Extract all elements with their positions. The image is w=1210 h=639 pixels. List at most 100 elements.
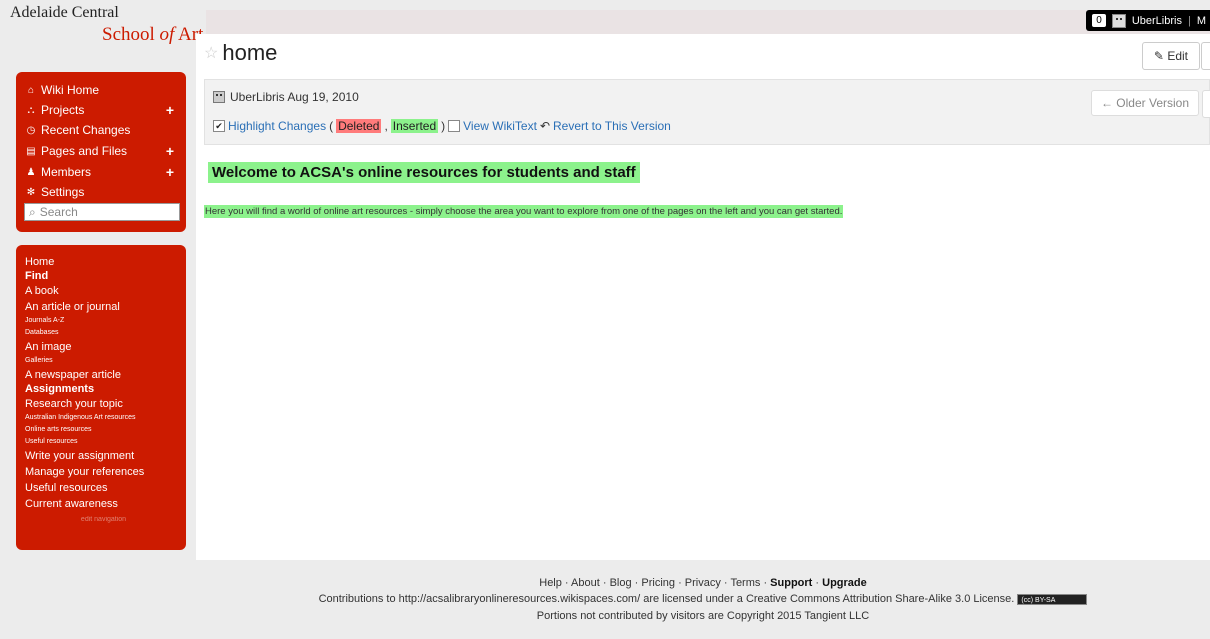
footer-link-support[interactable]: Support (770, 577, 812, 589)
site-logo[interactable]: Adelaide Central School of Art (10, 4, 204, 52)
menu-label: Members (41, 165, 92, 179)
clock-icon: ◷ (26, 124, 36, 136)
more-actions-button[interactable] (1201, 42, 1210, 70)
search-icon: ⌕ (29, 204, 36, 219)
footer-link-upgrade[interactable]: Upgrade (822, 577, 867, 589)
nav-link[interactable]: Useful resources (25, 480, 182, 496)
nav-link[interactable]: Current awareness (25, 496, 182, 512)
highlight-changes-link[interactable]: Highlight Changes (228, 119, 326, 133)
view-wikitext-checkbox[interactable] (448, 120, 461, 132)
version-options: ✔ Highlight Changes (Deleted, Inserted) … (213, 119, 671, 133)
footer-link-help[interactable]: Help (539, 577, 562, 589)
intro-text: Here you will find a world of online art… (204, 205, 844, 218)
nav-link[interactable]: Galleries (25, 355, 182, 367)
notification-count[interactable]: 0 (1092, 14, 1106, 27)
sidebar-item-settings[interactable]: ✻ Settings (26, 185, 85, 199)
view-wikitext-link[interactable]: View WikiText (463, 119, 537, 133)
license-line: Contributions to http://acsalibraryonlin… (196, 591, 1210, 608)
footer-link-about[interactable]: About (571, 577, 600, 589)
paren-open: ( (329, 119, 334, 133)
file-icon: ▤ (26, 145, 36, 157)
gear-icon: ✻ (26, 186, 36, 198)
user-icon: ♟ (26, 166, 36, 178)
arrow-left-icon: ← (1100, 96, 1113, 110)
comma: , (384, 119, 388, 133)
deleted-legend: Deleted (336, 119, 382, 133)
page-content: Welcome to ACSA's online resources for s… (204, 162, 1200, 219)
nav-link[interactable]: Research your topic (25, 396, 182, 412)
sidebar-menu: ⌂ Wiki Home ⛬ Projects + ◷ Recent Changes ▤… (16, 72, 186, 232)
nav-link[interactable]: A newspaper article (25, 367, 182, 383)
user-menu-link[interactable]: M (1197, 15, 1206, 27)
license-text: Contributions to http://acsalibraryonlin… (318, 593, 1015, 605)
sidebar-item-wiki-home[interactable]: ⌂ Wiki Home (26, 83, 99, 97)
add-page-icon[interactable]: + (166, 143, 174, 159)
nav-link[interactable]: Manage your references (25, 464, 182, 480)
pencil-icon: ✎ (1153, 49, 1164, 63)
home-icon: ⌂ (27, 84, 35, 96)
sidebar-item-members[interactable]: ♟ Members (26, 165, 92, 179)
nav-link[interactable]: Useful resources (25, 436, 182, 448)
sidebar-item-recent-changes[interactable]: ◷ Recent Changes (26, 123, 131, 137)
inserted-legend: Inserted (390, 119, 439, 133)
title-row: ☆ home (204, 40, 277, 66)
welcome-heading: Welcome to ACSA's online resources for s… (208, 162, 640, 183)
menu-label: Pages and Files (41, 144, 128, 158)
edit-button[interactable]: ✎ Edit (1141, 42, 1200, 70)
footer: Help · About · Blog · Pricing · Privacy … (196, 576, 1210, 625)
footer-link-blog[interactable]: Blog (610, 577, 632, 589)
version-author: UberLibris Aug 19, 2010 (213, 90, 359, 104)
author-avatar-icon (213, 91, 225, 103)
separator: | (1187, 14, 1191, 27)
paren-close: ) (441, 119, 446, 133)
nav-link[interactable]: Write your assignment (25, 448, 182, 464)
nav-section-heading[interactable]: Assignments (25, 383, 182, 396)
revert-icon: ↶ (539, 119, 550, 133)
sidebar-item-projects[interactable]: ⛬ Projects (26, 103, 85, 117)
revert-link[interactable]: Revert to This Version (553, 119, 671, 133)
footer-links: Help · About · Blog · Pricing · Privacy … (539, 577, 867, 589)
username-link[interactable]: UberLibris (1132, 15, 1182, 27)
user-avatar-icon[interactable] (1111, 13, 1126, 28)
user-bar[interactable]: 0 UberLibris | M (1086, 10, 1210, 31)
menu-label: Wiki Home (41, 83, 100, 97)
add-member-icon[interactable]: + (166, 164, 174, 180)
author-date: UberLibris Aug 19, 2010 (230, 90, 359, 104)
older-version-label: Older Version (1116, 96, 1189, 110)
menu-label: Settings (41, 185, 85, 199)
logo-line-2: School of Art (102, 24, 204, 45)
nav-list: Home Find A book An article or journal Journ… (25, 254, 182, 523)
edit-label: Edit (1167, 49, 1188, 63)
sidebar-navigation: Home Find A book An article or journal Journ… (16, 245, 186, 550)
add-project-icon[interactable]: + (166, 102, 174, 118)
version-panel: UberLibris Aug 19, 2010 ✔ Highlight Chan… (204, 79, 1210, 145)
footer-link-privacy[interactable]: Privacy (685, 577, 721, 589)
logo-line-1: Adelaide Central (10, 4, 119, 21)
nav-section-heading[interactable]: Find (25, 270, 182, 283)
menu-label: Recent Changes (41, 123, 131, 137)
footer-link-pricing[interactable]: Pricing (641, 577, 675, 589)
page-title: home (222, 40, 278, 65)
nav-link[interactable]: Home (25, 254, 182, 270)
footer-link-terms[interactable]: Terms (730, 577, 760, 589)
highlight-checkbox[interactable]: ✔ (213, 120, 225, 132)
search-input[interactable]: ⌕ Search (24, 203, 180, 221)
copyright-text: Portions not contributed by visitors are… (536, 610, 870, 622)
sitemap-icon: ⛬ (27, 104, 35, 116)
older-version-button[interactable]: ← Older Version (1090, 90, 1199, 116)
newer-version-button[interactable] (1202, 90, 1210, 118)
nav-link[interactable]: Databases (25, 327, 182, 339)
nav-link[interactable]: A book (25, 283, 182, 299)
search-placeholder: Search (39, 205, 78, 219)
sidebar-item-pages-files[interactable]: ▤ Pages and Files (26, 144, 127, 158)
cc-license-badge[interactable]: (cc) BY-SA (1017, 593, 1088, 605)
nav-link[interactable]: Online arts resources (25, 424, 182, 436)
menu-label: Projects (41, 103, 85, 117)
nav-link[interactable]: Australian Indigenous Art resources (25, 412, 182, 424)
main-panel: ☆ home ✎ Edit UberLibris Aug 19, 2010 ✔ … (196, 34, 1210, 560)
nav-link[interactable]: Journals A-Z (25, 315, 182, 327)
edit-navigation-link[interactable]: edit navigation (25, 516, 182, 523)
star-icon[interactable]: ☆ (204, 43, 218, 63)
nav-link[interactable]: An image (25, 339, 182, 355)
nav-link[interactable]: An article or journal (25, 299, 182, 315)
